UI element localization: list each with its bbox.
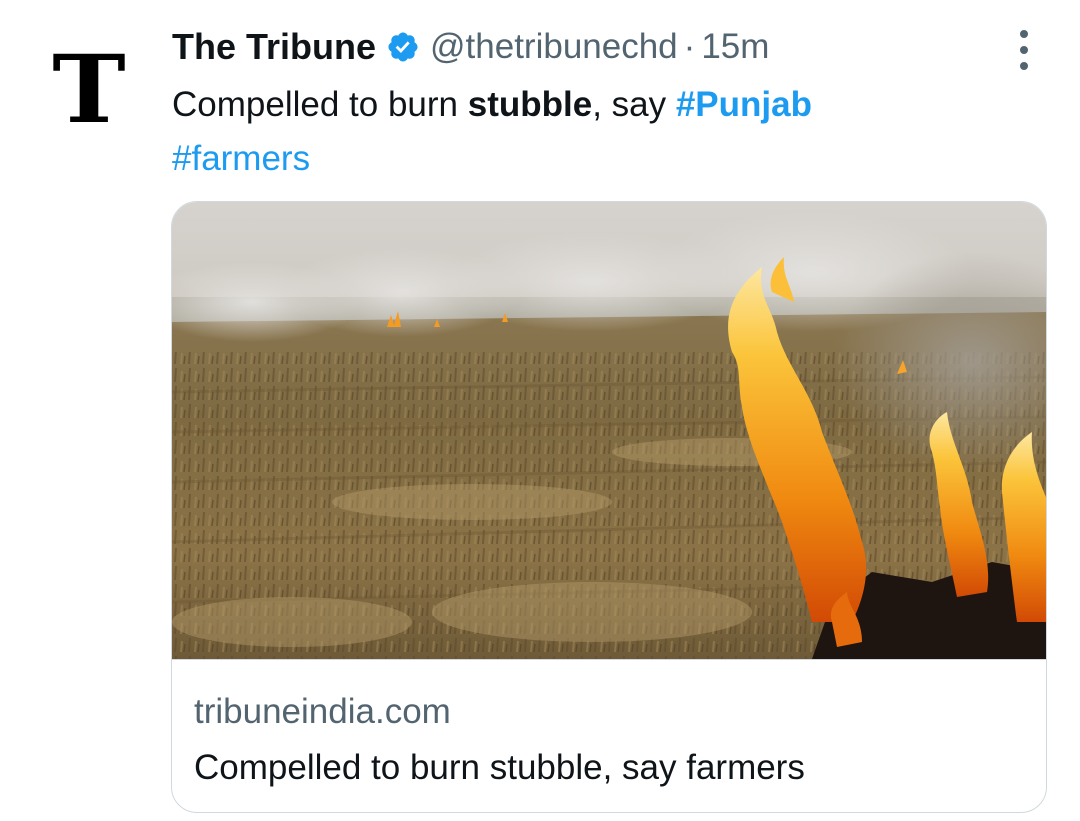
more-dot [1020, 30, 1028, 38]
tweet-text-bold: stubble [467, 85, 593, 124]
tribune-logo-icon: T [52, 35, 125, 145]
tweet-text: Compelled to burn stubble, say #Punjab #f… [172, 78, 1032, 186]
tweet-text-part: , say [592, 85, 676, 124]
tweet-header: The Tribune @thetribunechd · 15m [172, 24, 769, 70]
author-avatar[interactable]: T [40, 42, 136, 138]
more-dot [1020, 46, 1028, 54]
more-options-icon[interactable] [1012, 30, 1036, 70]
hashtag-farmers[interactable]: #farmers [172, 139, 310, 178]
card-divider [172, 659, 1046, 660]
author-handle[interactable]: @thetribunechd [430, 27, 678, 67]
tweet-timestamp[interactable]: 15m [701, 27, 769, 67]
card-title: Compelled to burn stubble, say farmers [194, 748, 805, 787]
more-dot [1020, 62, 1028, 70]
link-preview-card[interactable]: tribuneindia.com Compelled to burn stubb… [171, 201, 1047, 813]
separator-dot: · [683, 27, 696, 66]
stubble-burning-field-image[interactable] [172, 202, 1047, 659]
card-domain: tribuneindia.com [194, 692, 451, 731]
hashtag-punjab[interactable]: #Punjab [676, 85, 812, 124]
tweet-text-part: Compelled to burn [172, 85, 468, 124]
author-name[interactable]: The Tribune [172, 26, 376, 68]
verified-badge-icon[interactable] [386, 30, 420, 64]
